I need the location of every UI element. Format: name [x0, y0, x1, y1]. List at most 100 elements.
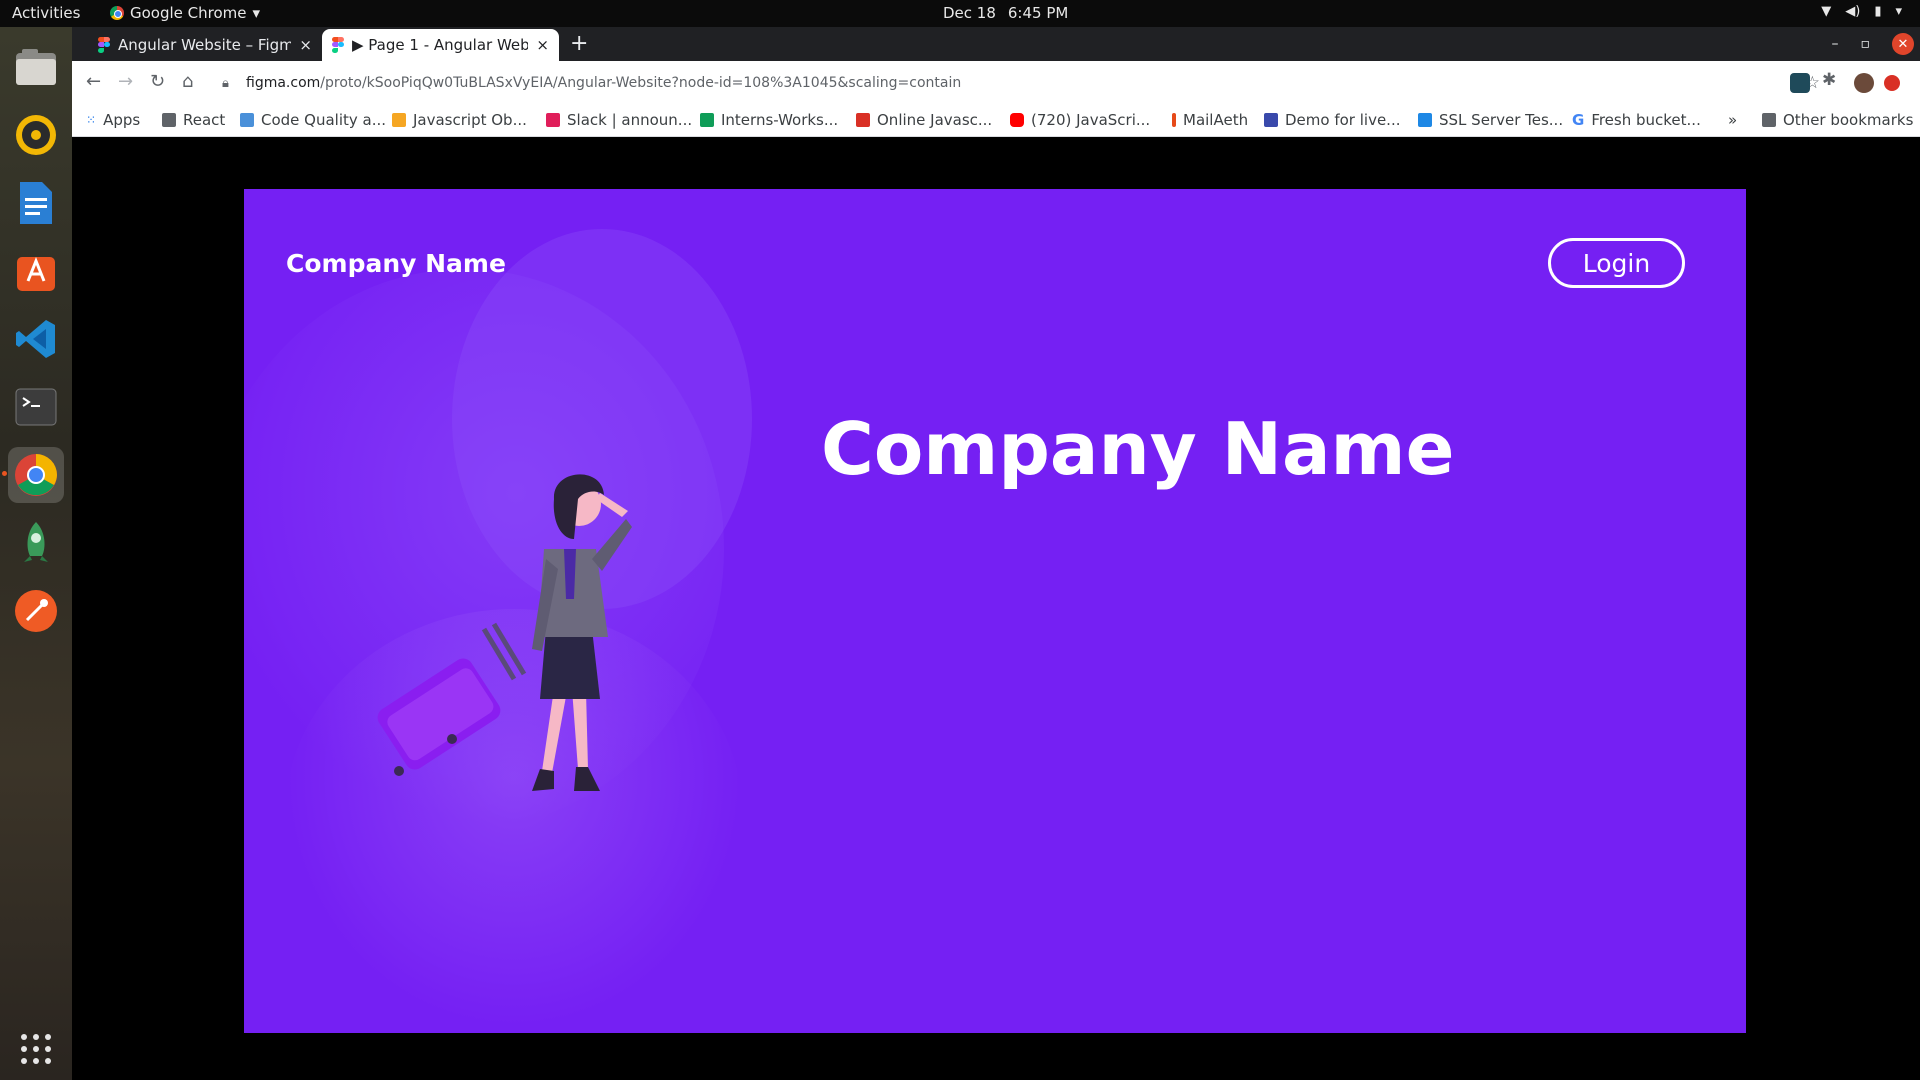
battery-icon: ▮	[1874, 4, 1882, 19]
app-menu-label: Google Chrome	[130, 4, 247, 22]
bookmark-label: MailAeth	[1183, 111, 1249, 129]
bookmark-label: Javascript Ob...	[413, 111, 527, 129]
dock	[0, 27, 72, 1080]
browser-window: Angular Website – Figma × ▶ Page 1 - Ang…	[72, 27, 1920, 1080]
apps-grid-icon: ⁙	[86, 113, 97, 127]
bookmark-fresh-bucket[interactable]: G Fresh bucket...	[1572, 111, 1701, 129]
close-icon[interactable]: ×	[299, 36, 312, 54]
new-tab-icon[interactable]: +	[570, 31, 588, 56]
bookmark-label: SSL Server Tes...	[1439, 111, 1564, 129]
bookmark-label: React	[183, 111, 226, 129]
compiler-icon	[856, 113, 870, 127]
address-bar[interactable]: 🔒︎ figma.com/proto/kSooPiqQw0TuBLASxVyEI…	[216, 67, 1826, 99]
sheets-icon	[700, 113, 714, 127]
figma-icon	[98, 37, 110, 53]
chrome-icon[interactable]	[2, 447, 64, 503]
bookmark-online-javasc[interactable]: Online Javasc...	[856, 111, 992, 129]
chevron-down-icon: ▾	[252, 4, 261, 22]
home-icon[interactable]: ⌂	[182, 71, 193, 92]
bookmark-label: Online Javasc...	[877, 111, 993, 129]
bookmark-label: Code Quality a...	[261, 111, 387, 129]
terminal-icon[interactable]	[8, 379, 64, 435]
clock-date: Dec 18	[943, 4, 996, 22]
bookmark-other[interactable]: Other bookmarks	[1762, 111, 1913, 129]
bookmark-code-quality[interactable]: Code Quality a...	[240, 111, 386, 129]
back-icon[interactable]: ←	[86, 71, 101, 92]
bookmark-label: Other bookmarks	[1783, 111, 1914, 129]
bookmark-demo[interactable]: Demo for live...	[1264, 111, 1400, 129]
bookmark-label: Slack | announ...	[567, 111, 693, 129]
bookmark-label: Fresh bucket...	[1591, 111, 1701, 129]
bookmark-label: Demo for live...	[1285, 111, 1401, 129]
login-button[interactable]: Login	[1548, 238, 1685, 288]
app-menu[interactable]: Google Chrome ▾	[110, 4, 260, 22]
bookmark-label: Interns-Works...	[721, 111, 839, 129]
mail-icon	[1172, 113, 1176, 127]
chevron-down-icon: ▾	[1895, 4, 1902, 19]
browser-toolbar: ← → ↻ ⌂ 🔒︎ figma.com/proto/kSooPiqQw0TuB…	[72, 61, 1920, 105]
bookmarks-overflow[interactable]: »	[1728, 111, 1737, 129]
bookmark-mailaeth[interactable]: MailAeth	[1172, 111, 1248, 129]
vscode-icon[interactable]	[8, 311, 64, 367]
volume-icon: ◀)	[1845, 4, 1861, 19]
forward-icon[interactable]: →	[118, 71, 133, 92]
running-indicator	[2, 471, 7, 476]
close-icon[interactable]: ×	[536, 36, 549, 54]
clock[interactable]: Dec 18 6:45 PM	[943, 4, 1068, 22]
chrome-icon	[110, 6, 124, 20]
software-icon[interactable]	[8, 243, 64, 299]
suitcase-icon	[377, 622, 527, 776]
bookmark-slack[interactable]: Slack | announ...	[546, 111, 692, 129]
bookmark-youtube[interactable]: (720) JavaScri...	[1010, 111, 1150, 129]
tab-title: ▶ Page 1 - Angular Websi	[352, 36, 529, 54]
tab-title: Angular Website – Figma	[118, 36, 292, 54]
bookmark-interns-works[interactable]: Interns-Works...	[700, 111, 838, 129]
system-top-bar: Activities Google Chrome ▾ Dec 18 6:45 P…	[0, 0, 1920, 27]
window-controls: – ▫ ✕	[1832, 27, 1920, 61]
bookmark-label: (720) JavaScri...	[1031, 111, 1151, 129]
tab-figma-file[interactable]: Angular Website – Figma ×	[88, 29, 322, 61]
wifi-icon: ▼	[1821, 4, 1832, 19]
activities-button[interactable]: Activities	[12, 4, 80, 22]
lock-icon	[1418, 113, 1432, 127]
files-icon[interactable]	[8, 39, 64, 95]
reload-icon[interactable]: ↻	[150, 71, 165, 92]
extension-icon[interactable]	[1790, 73, 1810, 93]
avatar[interactable]	[1854, 73, 1874, 93]
update-icon[interactable]	[1884, 75, 1900, 91]
puzzle-icon[interactable]: ✱	[1822, 70, 1842, 90]
page-viewport: Company Name Login Company Name	[72, 138, 1920, 1080]
close-window-icon[interactable]: ✕	[1892, 33, 1914, 55]
folder-icon	[162, 113, 176, 127]
maximize-icon[interactable]: ▫	[1861, 36, 1871, 52]
grid-icon	[1264, 113, 1278, 127]
prototype-frame: Company Name Login Company Name	[244, 189, 1746, 1033]
tab-figma-prototype[interactable]: ▶ Page 1 - Angular Websi ×	[322, 29, 559, 61]
url-path: /proto/kSooPiqQw0TuBLASxVyEIA/Angular-We…	[320, 75, 962, 91]
brand-logo-text[interactable]: Company Name	[286, 249, 506, 278]
rhythmbox-icon[interactable]	[8, 107, 64, 163]
rocket-icon[interactable]	[8, 515, 64, 571]
lock-icon: 🔒︎	[222, 75, 229, 91]
bookmark-label: Apps	[103, 111, 141, 129]
url-host: figma.com	[246, 75, 321, 91]
bookmark-javascript-ob[interactable]: Javascript Ob...	[392, 111, 527, 129]
writer-icon[interactable]	[8, 175, 64, 231]
bookmark-apps[interactable]: ⁙ Apps	[86, 111, 140, 129]
postman-icon[interactable]	[8, 583, 64, 639]
system-tray[interactable]: ▼ ◀) ▮ ▾	[1821, 4, 1902, 19]
slack-icon	[546, 113, 560, 127]
minimize-icon[interactable]: –	[1832, 36, 1839, 52]
lock-icon	[392, 113, 406, 127]
overflow-chevron-icon: »	[1728, 111, 1738, 129]
bookmarks-bar: ⁙ Apps React Code Quality a... Javascrip…	[72, 105, 1920, 137]
url-text[interactable]: figma.com/proto/kSooPiqQw0TuBLASxVyEIA/A…	[246, 75, 961, 91]
app-grid-icon[interactable]	[12, 1025, 60, 1073]
bookmark-ssl-server[interactable]: SSL Server Tes...	[1418, 111, 1563, 129]
figma-icon	[332, 37, 344, 53]
clock-time: 6:45 PM	[1007, 4, 1069, 22]
bookmark-react[interactable]: React	[162, 111, 225, 129]
google-icon: G	[1572, 111, 1585, 129]
youtube-icon	[1010, 113, 1024, 127]
codeclimate-icon	[240, 113, 254, 127]
